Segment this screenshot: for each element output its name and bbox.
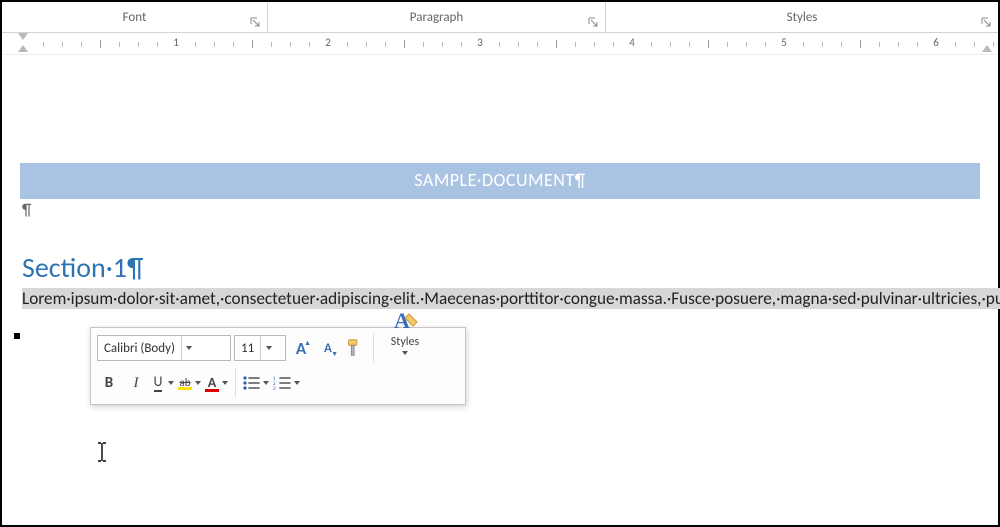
ruler-number: 6	[933, 36, 939, 49]
empty-paragraph-mark[interactable]: ¶	[20, 199, 980, 220]
font-size-value: 11	[235, 341, 260, 356]
selected-text[interactable]: Lorem·ipsum·dolor·sit·amet,·consectetuer…	[22, 288, 1000, 309]
font-color-button[interactable]: A	[205, 370, 229, 396]
styles-dialog-launcher-icon[interactable]	[980, 16, 992, 28]
ribbon-group-labels: Font Paragraph Styles	[2, 2, 998, 33]
highlight-button[interactable]: ab	[178, 370, 202, 396]
separator	[235, 369, 236, 397]
section-heading[interactable]: Section·1¶	[20, 250, 980, 285]
italic-button[interactable]: I	[124, 370, 148, 396]
font-dialog-launcher-icon[interactable]	[249, 16, 261, 28]
ruler-number: 3	[477, 36, 483, 49]
numbering-button[interactable]: 1 2 3	[273, 370, 301, 396]
separator	[373, 334, 374, 362]
shrink-font-button[interactable]: A ▼	[316, 335, 340, 361]
styles-gallery-button[interactable]: A Styles	[380, 297, 430, 365]
chevron-down-icon[interactable]	[222, 381, 228, 385]
bullets-icon	[242, 375, 260, 391]
text-select-cursor-icon	[95, 442, 109, 462]
ribbon-group-font: Font	[2, 2, 268, 32]
chevron-down-icon[interactable]	[168, 381, 174, 385]
bullets-button[interactable]	[242, 370, 270, 396]
italic-icon: I	[134, 375, 139, 392]
format-painter-icon	[344, 337, 366, 359]
bold-button[interactable]: B	[97, 370, 121, 396]
font-name-dropdown-icon[interactable]	[181, 336, 197, 360]
styles-gallery-label: Styles	[391, 335, 419, 349]
ruler-number: 1	[173, 36, 179, 49]
bold-icon: B	[105, 374, 113, 392]
highlight-color-bar	[178, 387, 192, 390]
ribbon-group-styles: Styles	[606, 2, 998, 32]
mini-toolbar: Calibri (Body) 11 A ▲ A ▼ A Styl	[90, 327, 466, 405]
underline-button[interactable]: U	[151, 370, 175, 396]
font-size-dropdown-icon[interactable]	[260, 336, 276, 360]
ribbon-group-styles-label: Styles	[787, 10, 818, 25]
ruler-number: 5	[781, 36, 787, 49]
ruler-number: 2	[325, 36, 331, 49]
font-name-value: Calibri (Body)	[98, 341, 181, 356]
document-title-text: SAMPLE·DOCUMENT¶	[414, 169, 585, 191]
ribbon-group-paragraph: Paragraph	[268, 2, 606, 32]
font-color-bar	[205, 389, 219, 392]
document-title-banner[interactable]: SAMPLE·DOCUMENT¶	[20, 163, 980, 199]
horizontal-ruler[interactable]: 1 2 3 4 5 6	[2, 33, 998, 55]
body-paragraph[interactable]: Lorem·ipsum·dolor·sit·amet,·consectetuer…	[20, 285, 980, 311]
format-painter-button[interactable]	[343, 335, 367, 361]
grow-font-button[interactable]: A ▲	[289, 335, 313, 361]
ribbon-group-font-label: Font	[123, 10, 147, 25]
underline-icon: U	[154, 375, 163, 392]
ruler-number: 4	[629, 36, 635, 49]
chevron-down-icon	[402, 351, 408, 355]
styles-icon: A	[391, 308, 419, 334]
paragraph-dialog-launcher-icon[interactable]	[587, 16, 599, 28]
font-name-combo[interactable]: Calibri (Body)	[97, 335, 231, 361]
insertion-point-marker-icon	[14, 333, 20, 339]
font-size-combo[interactable]: 11	[234, 335, 286, 361]
document-area: SAMPLE·DOCUMENT¶ ¶ Section·1¶ Lorem·ipsu…	[2, 55, 998, 311]
svg-text:3: 3	[273, 386, 276, 391]
chevron-down-icon[interactable]	[195, 381, 201, 385]
numbering-icon: 1 2 3	[273, 375, 291, 391]
chevron-down-icon[interactable]	[294, 381, 300, 385]
ribbon-group-paragraph-label: Paragraph	[410, 10, 463, 25]
chevron-down-icon[interactable]	[263, 381, 269, 385]
